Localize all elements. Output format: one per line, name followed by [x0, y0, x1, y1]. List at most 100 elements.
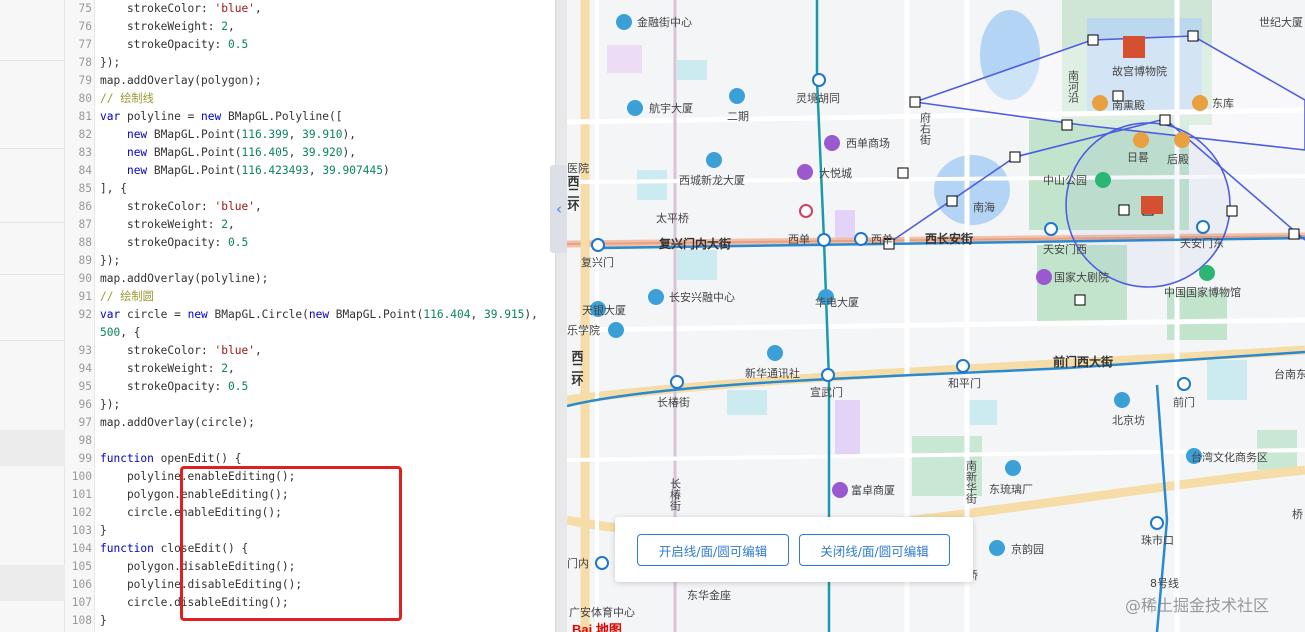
code-token: strokeWeight: [100, 218, 222, 231]
code-text: }); [100, 396, 120, 414]
code-token: 39.907445 [322, 164, 383, 177]
code-token: , [308, 164, 323, 177]
poi-label: 金融街中心 [637, 15, 692, 29]
highlight-box [180, 466, 402, 621]
code-token: ), [342, 128, 357, 141]
code-token: , [288, 128, 303, 141]
poi-label: 珠市口 [1141, 533, 1174, 547]
road-label-changchunjie: 长椿街 [669, 478, 682, 512]
code-token: var [100, 110, 121, 123]
line-number: 96 [78, 398, 92, 411]
line-number: 107 [71, 596, 92, 609]
line-number: 92 [78, 308, 92, 321]
code-token: , [228, 362, 235, 375]
code-text: map.addOverlay(circle); [100, 414, 255, 432]
code-text: strokeColor: 'blue', [100, 342, 262, 360]
code-token: } [100, 524, 107, 537]
code-text: strokeColor: 'blue', [100, 0, 262, 18]
code-token: new [201, 110, 222, 123]
open-edit-button[interactable]: 开启线/面/圆可编辑 [637, 534, 789, 566]
poi-label: 长安兴融中心 [669, 290, 735, 304]
code-text: strokeWeight: 2, [100, 216, 235, 234]
code-token: new [308, 308, 330, 321]
code-token: , [228, 20, 235, 33]
code-text: strokeWeight: 2, [100, 360, 235, 378]
code-token: , [254, 2, 262, 15]
code-text: strokeOpacity: 0.5 [100, 36, 248, 54]
code-line: 95 strokeOpacity: 0.5 [65, 378, 555, 396]
close-edit-button[interactable]: 关闭线/面/圆可编辑 [799, 534, 950, 566]
line-number: 108 [71, 614, 92, 627]
poi-label: 大悦城 [819, 166, 852, 180]
poi-label: 天安门西 [1043, 242, 1087, 256]
poi-label: 西单商场 [846, 136, 890, 150]
code-token: 116.399 [241, 128, 289, 141]
code-token: , [254, 344, 262, 357]
code-token: function [100, 542, 154, 555]
code-line: 83 new BMapGL.Point(116.405, 39.920), [65, 144, 555, 162]
code-token: var [100, 308, 121, 321]
code-line: 98 [65, 432, 555, 450]
poi-label: 新华通讯社 [745, 366, 800, 380]
code-token: new [126, 164, 148, 177]
code-text: var polyline = new BMapGL.Polyline([ [100, 108, 343, 126]
code-line: 500, { [65, 324, 555, 342]
code-token: } [100, 614, 107, 627]
poi-label: 富卓商厦 [851, 483, 895, 497]
code-line: 85], { [65, 180, 555, 198]
code-text: new BMapGL.Point(116.423493, 39.907445) [100, 162, 390, 180]
code-line: 93 strokeColor: 'blue', [65, 342, 555, 360]
code-token: new [126, 146, 148, 159]
line-number: 84 [78, 164, 92, 177]
collapse-toggle[interactable]: ‹ [550, 165, 568, 253]
code-text: }); [100, 252, 120, 270]
code-token: 500 [100, 326, 121, 339]
code-editor[interactable]: 75 strokeColor: 'blue', 76 strokeWeight: … [65, 0, 555, 632]
code-text: strokeWeight: 2, [100, 18, 235, 36]
line-number: 106 [71, 578, 92, 591]
poi-label: 西单 [788, 233, 810, 246]
line-number: 79 [78, 74, 92, 87]
code-token: circle = [120, 308, 188, 321]
poi-label: 中山公园 [1043, 174, 1087, 187]
code-line: 78}); [65, 54, 555, 72]
code-token: strokeColor: [100, 200, 215, 213]
code-text: strokeColor: 'blue', [100, 198, 262, 216]
road-label-fuxingmen: 复兴门内大街 [658, 236, 731, 251]
code-token: 0.5 [227, 236, 249, 249]
code-line: 90 map.addOverlay(polyline); [65, 270, 555, 288]
line-number: 77 [78, 38, 92, 51]
code-token: , [470, 308, 484, 321]
watermark: @稀土掘金技术社区 [1125, 596, 1270, 615]
poi-label: 东琉璃厂 [989, 482, 1033, 496]
code-token: BMapGL.Point( [147, 146, 242, 159]
code-line: 87 strokeWeight: 2, [65, 216, 555, 234]
sidebar-band [0, 565, 65, 601]
code-token: ], { [100, 182, 127, 195]
code-text: }); [100, 54, 120, 72]
code-line: 76 strokeWeight: 2, [65, 18, 555, 36]
code-token: 116.423493 [241, 164, 309, 177]
line-number: 87 [78, 218, 92, 231]
code-text: map.addOverlay(polyline); [100, 270, 268, 288]
line-number: 99 [78, 452, 92, 465]
poi-label: 北京坊 [1112, 413, 1145, 427]
poi-label: 西单 [871, 233, 893, 246]
line-number: 101 [71, 488, 92, 501]
code-line: 89}); [65, 252, 555, 270]
poi-label: 台湾文化商务区 [1191, 450, 1268, 464]
panel-divider[interactable] [555, 0, 567, 632]
code-token: 2 [221, 20, 228, 33]
poi-label: 门内 [567, 556, 589, 570]
line-number: 95 [78, 380, 92, 393]
code-line: 84 new BMapGL.Point(116.423493, 39.90744… [65, 162, 555, 180]
poi-label: 后殿 [1167, 153, 1189, 166]
poi-label: 天银大厦 [582, 303, 626, 317]
poi-label: 二期 [727, 110, 749, 123]
code-token: ) [382, 164, 390, 177]
code-token: 2 [221, 362, 228, 375]
line-number: 94 [78, 362, 92, 375]
code-token: strokeColor: [100, 2, 215, 15]
